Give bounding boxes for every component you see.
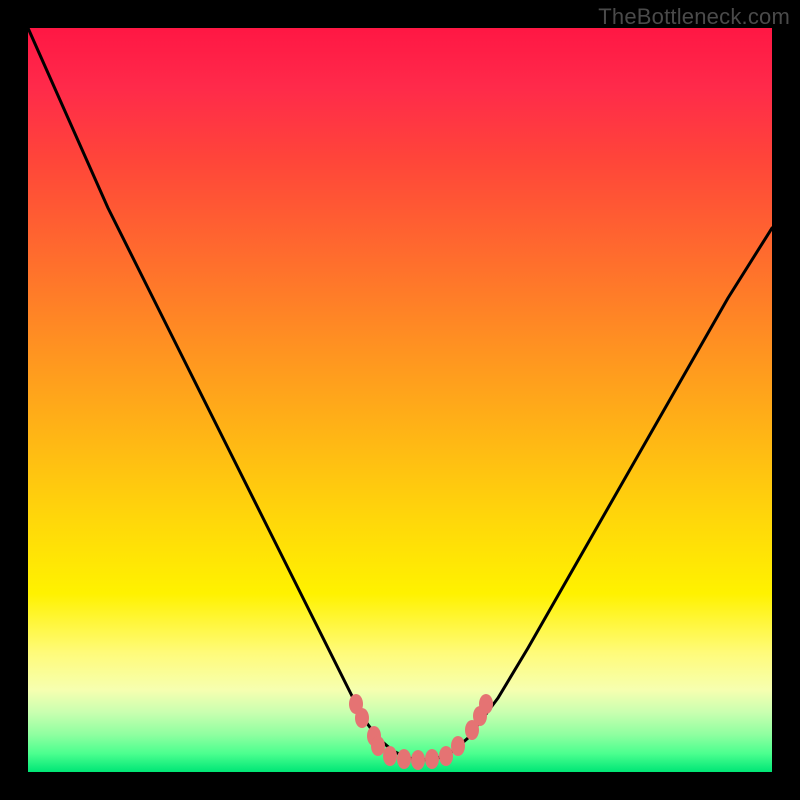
marker-dot <box>383 746 397 766</box>
marker-dot <box>411 750 425 770</box>
curve-line <box>28 28 772 760</box>
marker-dot <box>371 736 385 756</box>
marker-dot <box>425 749 439 769</box>
marker-dot <box>397 749 411 769</box>
marker-dot <box>355 708 369 728</box>
marker-dot <box>479 694 493 714</box>
watermark-text: TheBottleneck.com <box>598 4 790 30</box>
chart-frame: TheBottleneck.com <box>0 0 800 800</box>
chart-svg <box>28 28 772 772</box>
bottom-markers <box>349 694 493 770</box>
plot-area <box>28 28 772 772</box>
marker-dot <box>451 736 465 756</box>
marker-dot <box>439 746 453 766</box>
